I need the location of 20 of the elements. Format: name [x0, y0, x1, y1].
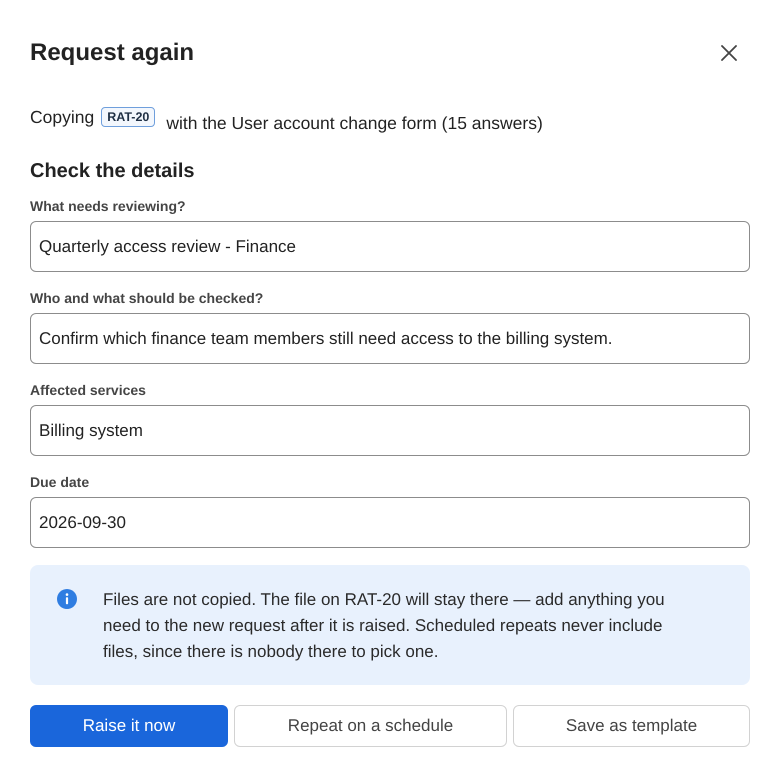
- notice-text: Files are not copied. The file on RAT-20 will stay there — add anything you need to the new request after it is raised. Scheduled repeats never include files, since there is nobody there to pick one.: [103, 589, 666, 663]
- close-button[interactable]: [720, 44, 738, 62]
- section-heading: Check the details: [30, 159, 196, 184]
- dialog-title: Request again: [30, 38, 194, 68]
- info-icon: [57, 589, 77, 609]
- close-icon: [721, 45, 737, 61]
- field-label: What needs reviewing?: [30, 197, 187, 215]
- action-button[interactable]: Save as template: [513, 705, 750, 747]
- input-field[interactable]: Billing system: [30, 405, 750, 456]
- field-label: Affected services: [30, 381, 147, 399]
- intro-text: Copying: [30, 107, 94, 127]
- action-button[interactable]: Repeat on a schedule: [234, 705, 507, 747]
- field-label: Due date: [30, 473, 90, 491]
- intro-text: with the User account change form (15 answers): [166, 112, 543, 133]
- input-field[interactable]: 2026-09-30: [30, 497, 750, 548]
- field-label: Who and what should be checked?: [30, 289, 264, 307]
- raise-button[interactable]: Raise it now: [30, 705, 228, 747]
- input-field[interactable]: Quarterly access review - Finance: [30, 221, 750, 272]
- ticket-badge: RAT-20: [101, 107, 156, 127]
- input-field[interactable]: Confirm which finance team members still need access to the billing system.: [30, 313, 750, 364]
